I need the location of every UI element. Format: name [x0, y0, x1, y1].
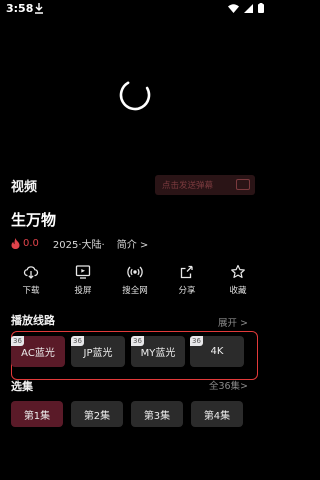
episode-chip[interactable]: 第1集	[11, 401, 63, 427]
status-time: 3:58	[6, 2, 34, 15]
download-status-icon	[35, 3, 43, 14]
cast-label: 投屏	[74, 286, 92, 296]
episode-chip[interactable]: 第3集	[131, 401, 183, 427]
video-player[interactable]	[0, 20, 270, 170]
route-label: JP蓝光	[83, 348, 113, 359]
loading-spinner-icon	[119, 79, 151, 111]
broadcast-icon	[127, 266, 143, 278]
search-web-label: 搜全网	[122, 286, 148, 296]
episodes-title: 选集	[11, 380, 33, 393]
routes-title: 播放线路	[11, 314, 55, 327]
status-icons	[228, 3, 264, 13]
danmaku-input-button[interactable]: 点击发送弹幕	[155, 175, 255, 195]
star-icon	[231, 264, 245, 278]
favorite-label: 收藏	[229, 286, 247, 296]
download-label: 下载	[22, 286, 40, 296]
routes-expand[interactable]: 展开 >	[218, 315, 248, 329]
route-badge: 36	[71, 336, 84, 346]
favorite-button[interactable]: 收藏	[213, 264, 263, 296]
cast-icon	[75, 265, 91, 279]
route-chip-jp[interactable]: 36 JP蓝光	[71, 336, 125, 367]
signal-icon	[244, 3, 253, 13]
action-row: 下载 投屏 搜全网 分享 收藏	[0, 264, 270, 300]
route-badge: 36	[131, 336, 144, 346]
battery-icon	[258, 3, 264, 13]
share-button[interactable]: 分享	[162, 264, 212, 296]
route-badge: 36	[190, 336, 203, 346]
route-chip-4k[interactable]: 36 4K	[190, 336, 244, 367]
route-label: MY蓝光	[140, 348, 176, 359]
year-region: 2025·大陆·	[52, 239, 105, 251]
status-bar: 3:58	[0, 0, 270, 20]
intro-link[interactable]: 简介 >	[117, 236, 149, 251]
wifi-icon	[228, 3, 239, 13]
download-icon	[23, 266, 39, 279]
route-label: 4K	[210, 346, 224, 357]
episode-chip[interactable]: 第4集	[191, 401, 243, 427]
search-web-button[interactable]: 搜全网	[110, 264, 160, 296]
rating-value: 0.0	[23, 237, 39, 249]
route-label: AC蓝光	[21, 348, 55, 359]
route-badge: 36	[11, 336, 24, 346]
episodes-all[interactable]: 全36集>	[209, 378, 248, 392]
cast-button[interactable]: 投屏	[58, 264, 108, 296]
danmaku-icon	[236, 179, 250, 190]
meta-row: 0.0 2025·大陆· 简介 >	[11, 236, 149, 251]
route-chip-my[interactable]: 36 MY蓝光	[131, 336, 185, 367]
episode-chip[interactable]: 第2集	[71, 401, 123, 427]
danmaku-placeholder: 点击发送弹幕	[162, 181, 214, 191]
video-title: 生万物	[11, 211, 57, 229]
fire-icon	[11, 237, 20, 249]
share-label: 分享	[178, 286, 196, 296]
route-chip-ac[interactable]: 36 AC蓝光	[11, 336, 65, 367]
download-button[interactable]: 下载	[6, 264, 56, 296]
share-icon	[180, 265, 193, 279]
video-tab-label: 视频	[11, 180, 38, 195]
